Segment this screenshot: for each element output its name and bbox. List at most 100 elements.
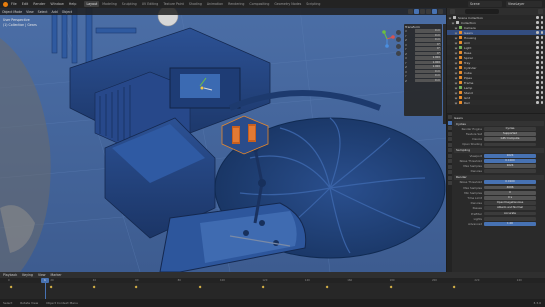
eye-icon[interactable] [536,56,539,59]
expand-arrow-icon[interactable] [454,66,458,69]
keyframe-marker[interactable] [389,285,393,289]
data-tab-icon[interactable] [447,175,452,180]
expand-arrow-icon[interactable] [454,86,458,89]
eye-icon[interactable] [536,51,539,54]
viewport-gizmo-toggle-icon[interactable] [408,9,413,14]
menu-edit[interactable]: Edit [22,2,29,6]
menu-render[interactable]: Render [33,2,45,6]
viewport-menu-select[interactable]: Select [38,10,48,14]
eye-icon[interactable] [536,41,539,44]
eye-icon[interactable] [536,66,539,69]
camera-render-icon[interactable] [540,86,543,89]
transform-value-field[interactable]: 1.000 [415,60,441,65]
tab-animation[interactable]: Animation [205,1,225,7]
transform-value-field[interactable]: 0° [415,47,441,51]
keyframe-marker[interactable] [452,285,456,289]
timeline-ruler[interactable]: 0 20 40 60 80 100 120 140 160 180 200 220 240 [0,278,545,283]
timeline-menu-marker[interactable]: Marker [51,273,62,277]
expand-arrow-icon[interactable] [454,41,458,44]
camera-render-icon[interactable] [540,51,543,54]
constraints-tab-icon[interactable] [447,170,452,174]
menu-file[interactable]: File [11,2,17,6]
rendered-shading-icon[interactable] [438,9,443,14]
property-value-field[interactable] [484,169,536,174]
outliner-search-input[interactable] [465,9,499,14]
expand-arrow-icon[interactable] [454,71,458,74]
keyframe-marker[interactable] [49,285,54,289]
material-tab-icon[interactable] [447,181,452,185]
camera-render-icon[interactable] [540,41,543,44]
viewport-menu-view[interactable]: View [26,10,34,14]
tab-compositing[interactable]: Compositing [247,1,271,7]
tab-uv-editing[interactable]: UV Editing [140,1,161,7]
expand-arrow-icon[interactable] [448,16,452,19]
eye-icon[interactable] [536,81,539,84]
keyframe-marker[interactable] [198,285,202,289]
camera-render-icon[interactable] [540,101,543,104]
output-tab-icon[interactable] [447,126,452,130]
panel-render[interactable]: Render [454,174,544,180]
transform-value-field[interactable]: 0 m [415,78,441,83]
timeline-editor[interactable]: Playback Keying View Marker 0 20 40 60 80 100 120… [0,272,545,299]
eye-icon[interactable] [536,71,539,74]
object-tab-icon[interactable] [447,148,452,152]
transform-value-field[interactable]: 0 m [415,29,441,33]
viewport-menu-add[interactable]: Add [52,10,58,14]
keyframe-marker[interactable] [134,285,138,289]
expand-arrow-icon[interactable] [454,26,458,29]
property-value-field[interactable]: 4096 [484,185,536,190]
property-value-field[interactable]: 1.00 [484,221,536,226]
overlay-toggle-icon[interactable] [414,9,419,14]
xray-icon[interactable] [420,9,425,14]
transform-value-field[interactable]: 1.000 [415,65,441,69]
timeline-menu-keying[interactable]: Keying [22,273,33,277]
camera-render-icon[interactable] [540,36,543,39]
camera-render-icon[interactable] [540,96,543,99]
expand-arrow-icon[interactable] [454,46,458,49]
camera-render-icon[interactable] [540,91,543,94]
navigation-gizmo-icon[interactable] [378,30,396,48]
eye-icon[interactable] [536,16,539,19]
transform-value-field[interactable]: 0° [415,51,441,56]
transform-value-field[interactable]: 0° [415,42,441,47]
property-value-field[interactable]: 1024 [484,163,536,168]
timeline-menu-playback[interactable]: Playback [3,273,17,277]
eye-icon[interactable] [536,96,539,99]
eye-icon[interactable] [536,36,539,39]
expand-arrow-icon[interactable] [454,61,458,64]
keyframe-marker[interactable] [325,285,329,289]
camera-render-icon[interactable] [540,81,543,84]
outliner-display-mode-icon[interactable] [450,9,455,14]
eye-icon[interactable] [536,31,539,34]
property-value-field[interactable]: 0.0100 [484,180,536,185]
property-value-field[interactable] [484,142,536,147]
tab-shading[interactable]: Shading [187,1,204,7]
expand-arrow-icon[interactable] [454,91,458,94]
tool-tab-icon[interactable] [447,115,452,119]
camera-render-icon[interactable] [540,76,543,79]
camera-render-icon[interactable] [540,21,543,24]
property-value-field[interactable]: 1024 [484,153,536,158]
sidebar-tabs[interactable] [443,24,446,124]
expand-arrow-icon[interactable] [454,101,458,104]
outliner-item[interactable]: Rail [447,100,545,105]
render-tab-icon[interactable] [447,120,452,125]
filter-icon[interactable] [538,9,543,14]
transform-value-field[interactable]: 0 m [415,38,441,42]
camera-render-icon[interactable] [540,31,543,34]
transform-value-field[interactable]: 1.000 [415,56,441,60]
scene-selector[interactable]: Scene [468,1,502,7]
3d-viewport[interactable]: Object Mode View Select Add Object User Pers… [0,8,446,272]
eye-icon[interactable] [536,101,539,104]
eye-icon[interactable] [536,76,539,79]
expand-arrow-icon[interactable] [451,21,455,24]
transform-value-field[interactable]: 0 m [415,33,441,38]
eye-icon[interactable] [536,91,539,94]
eye-icon[interactable] [536,61,539,64]
eye-icon[interactable] [536,26,539,29]
keyframe-marker[interactable] [9,285,13,289]
ortho-toggle-icon[interactable] [396,51,401,56]
scene-tab-icon[interactable] [447,137,452,141]
property-value-field[interactable]: GPU Compute [484,137,536,142]
eye-icon[interactable] [536,21,539,24]
